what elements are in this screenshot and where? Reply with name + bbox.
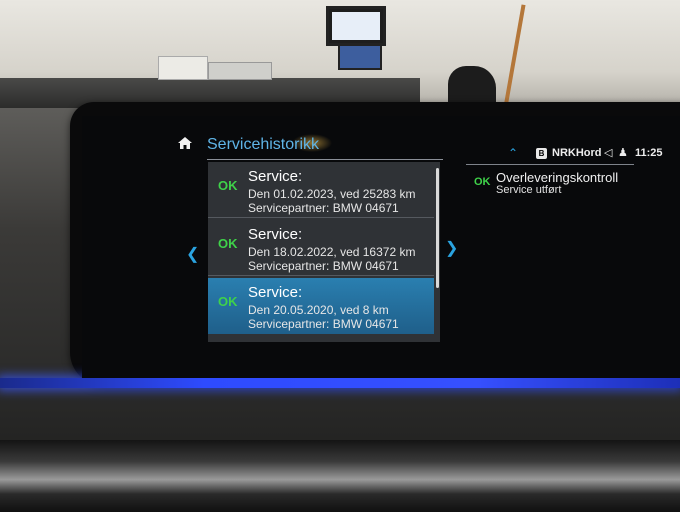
- background-monitor: [326, 6, 386, 46]
- detail-subtitle: Service utført: [496, 184, 562, 196]
- background-device: [208, 62, 272, 80]
- service-row[interactable]: OK Service: Den 01.02.2023, ved 25283 km…: [208, 162, 434, 218]
- radio-station[interactable]: NRKHord: [552, 147, 602, 159]
- status-divider: [466, 164, 634, 165]
- ok-status: OK: [218, 178, 238, 193]
- background-pole: [502, 4, 526, 114]
- chevron-up-icon[interactable]: ⌃: [508, 146, 518, 160]
- clock: 11:25: [635, 147, 663, 159]
- radio-band-badge: B: [536, 148, 547, 159]
- service-date: Den 20.05.2020, ved 8 km: [248, 303, 389, 317]
- service-title: Service:: [248, 284, 303, 301]
- home-icon[interactable]: [177, 136, 193, 150]
- scrollbar[interactable]: [436, 168, 439, 288]
- service-partner: Servicepartner: BMW 04671: [248, 201, 399, 215]
- detail-title: Overleveringskontroll: [496, 170, 619, 185]
- service-partner: Servicepartner: BMW 04671: [248, 259, 399, 273]
- ok-status: OK: [218, 294, 238, 309]
- service-date: Den 18.02.2022, ved 16372 km: [248, 245, 416, 259]
- ok-status: OK: [218, 236, 238, 251]
- speaker-icon: ◁: [604, 147, 613, 159]
- chevron-right-icon[interactable]: ❯: [445, 238, 458, 258]
- service-partner: Servicepartner: BMW 04671: [248, 317, 399, 331]
- service-date: Den 01.02.2023, ved 25283 km: [248, 187, 416, 201]
- background-laptop: [338, 44, 382, 70]
- infotainment-screen: Servicehistorikk ❮ OK Service: Den 01.02…: [82, 116, 680, 378]
- chevron-left-icon[interactable]: ❮: [186, 244, 199, 264]
- service-history-list[interactable]: OK Service: Den 01.02.2023, ved 25283 km…: [208, 162, 440, 342]
- service-title: Service:: [248, 226, 303, 243]
- ambient-light-strip: [0, 378, 680, 388]
- title-divider: [207, 159, 443, 160]
- page-title: Servicehistorikk: [207, 136, 320, 153]
- detail-ok-status: OK: [474, 176, 491, 188]
- status-bar: ⌃ B NRKHord ◁ ♟ 11:25: [466, 146, 666, 164]
- service-row[interactable]: OK Service: Den 18.02.2022, ved 16372 km…: [208, 220, 434, 276]
- user-icon: ♟: [618, 147, 628, 159]
- service-row-selected[interactable]: OK Service: Den 20.05.2020, ved 8 km Ser…: [208, 278, 434, 334]
- chrome-trim: [0, 440, 680, 512]
- service-title: Service:: [248, 168, 303, 185]
- background-box: [158, 56, 208, 80]
